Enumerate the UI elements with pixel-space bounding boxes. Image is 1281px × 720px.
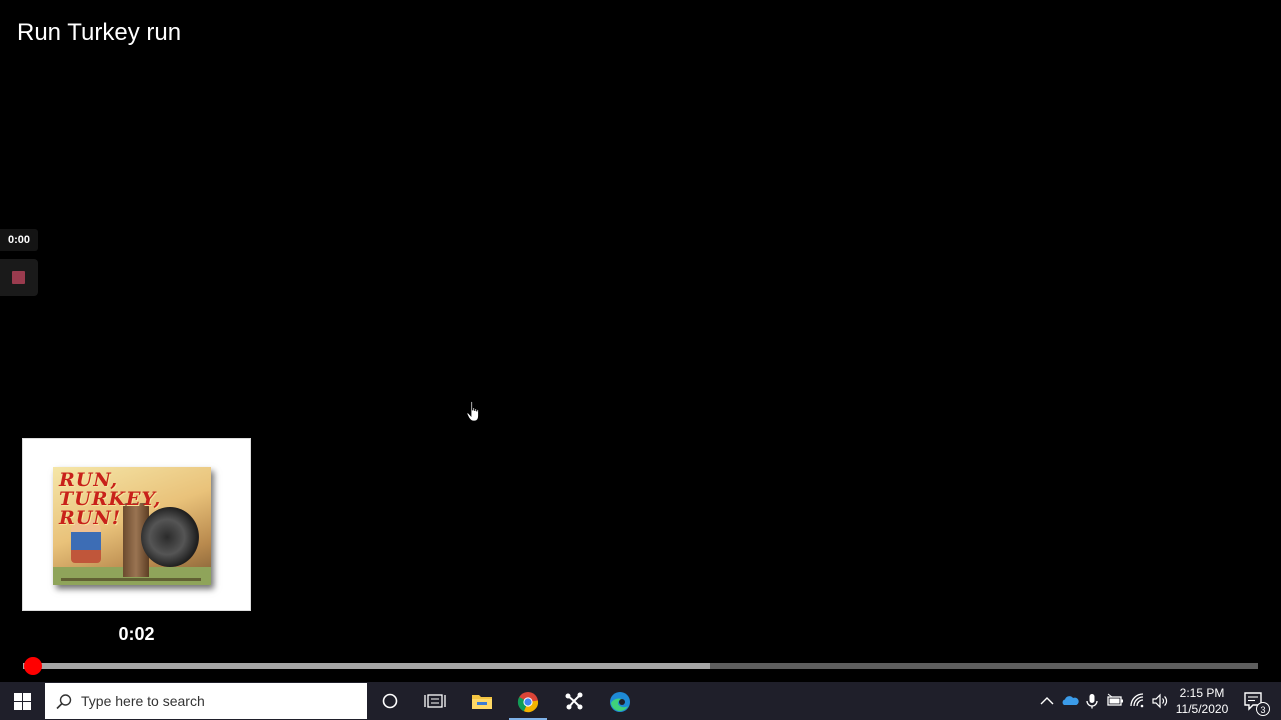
nodes-icon [565,692,583,710]
clock-time: 2:15 PM [1179,686,1225,700]
stop-icon [12,271,25,284]
file-explorer-button[interactable] [459,682,505,720]
screen: Run Turkey run 0:00 RUN, TURKEY, RUN! 0:… [0,0,1281,720]
action-center-button[interactable]: 3 [1238,682,1276,720]
start-button[interactable] [0,682,45,720]
video-title: Run Turkey run [17,19,182,46]
clock-date: 11/5/2020 [1175,702,1229,716]
volume-icon[interactable] [1151,692,1169,710]
task-view-button[interactable] [412,682,458,720]
network-app-button[interactable] [551,682,597,720]
side-timestamp: 0:00 [0,229,38,251]
progress-buffered [23,663,710,669]
book-cover-image: RUN, TURKEY, RUN! [53,467,211,585]
task-view-icon [424,694,446,708]
cortana-button[interactable] [367,682,413,720]
edge-button[interactable] [597,682,643,720]
microphone-icon[interactable] [1083,692,1101,710]
notification-count-badge: 3 [1256,702,1270,716]
chevron-up-icon[interactable] [1038,692,1056,710]
edge-icon [610,692,630,712]
hand-cursor-icon [466,401,479,422]
search-input[interactable] [81,683,361,719]
book-cover-title: RUN, TURKEY, RUN! [59,469,162,529]
stop-button[interactable] [0,259,38,296]
chrome-icon [517,692,539,713]
cover-author-line [61,578,201,581]
battery-icon[interactable] [1106,692,1124,710]
taskbar-search-box[interactable] [45,683,367,719]
search-icon [56,694,72,710]
taskbar-clock[interactable]: 2:15 PM 11/5/2020 [1172,685,1232,717]
wifi-icon[interactable] [1129,692,1147,710]
preview-timestamp: 0:02 [118,624,155,644]
folder-icon [472,695,492,709]
chrome-button[interactable] [505,682,551,720]
progress-bar[interactable] [23,663,1258,669]
onedrive-icon[interactable] [1061,692,1079,710]
windows-taskbar: 2:15 PM 11/5/2020 3 [0,682,1281,720]
circle-icon [382,693,398,709]
progress-scrubber-handle[interactable] [24,657,42,675]
seek-preview-thumbnail: RUN, TURKEY, RUN! [22,438,251,611]
windows-logo-icon [14,693,31,710]
